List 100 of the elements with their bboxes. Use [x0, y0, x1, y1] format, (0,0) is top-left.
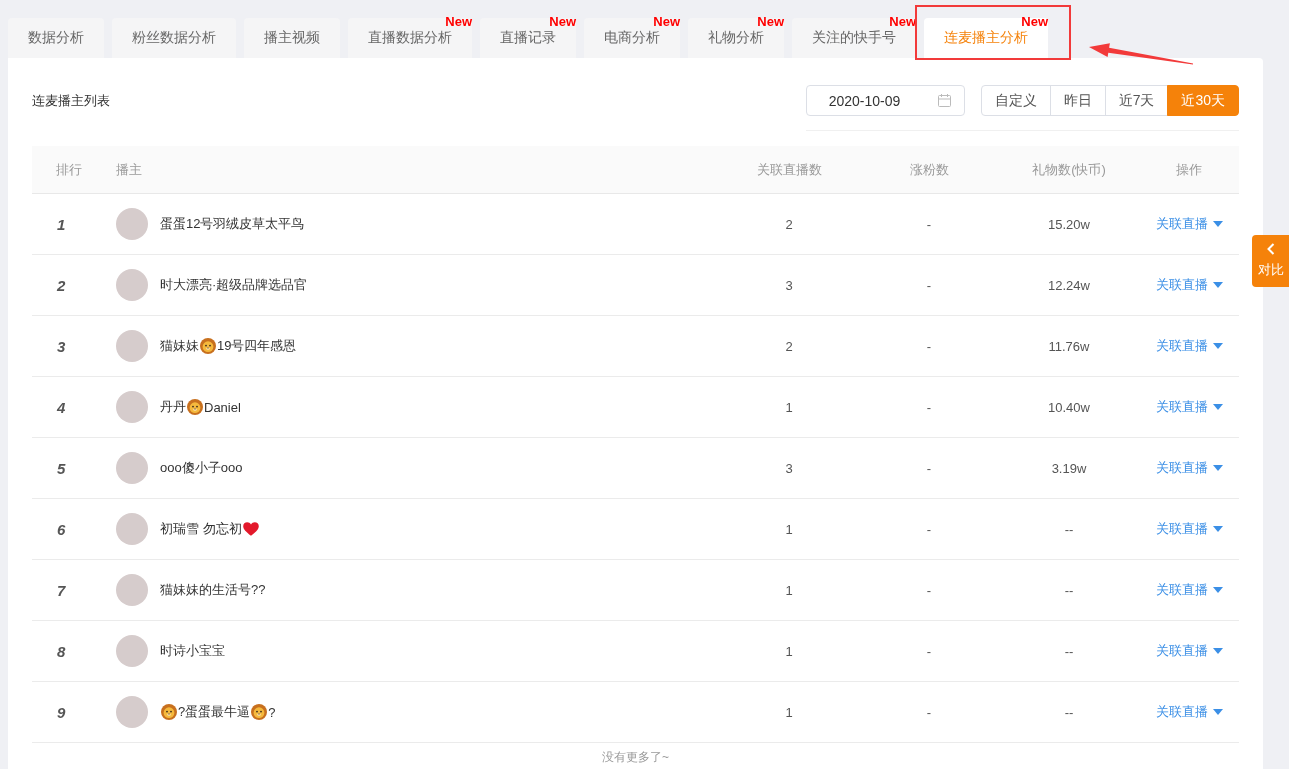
- tab[interactable]: 数据分析: [8, 18, 104, 58]
- list-title: 连麦播主列表: [32, 92, 110, 110]
- streamer-name: 时大漂亮·超级品牌选品官: [160, 276, 308, 294]
- live-count: 2: [785, 338, 793, 354]
- new-label: New: [549, 15, 576, 29]
- streamer-name: 蛋蛋12号羽绒皮草太平鸟: [160, 215, 305, 233]
- heart-icon: [242, 522, 259, 536]
- fans-gain: -: [926, 643, 932, 659]
- new-label: New: [653, 15, 680, 29]
- streamer-name: Daniel: [204, 399, 241, 415]
- fans-gain: -: [926, 704, 932, 720]
- related-live-link[interactable]: 关联直播: [1155, 276, 1223, 294]
- avatar-placeholder: [116, 635, 148, 667]
- streamer-name: 时诗小宝宝: [160, 642, 225, 660]
- related-live-link[interactable]: 关联直播: [1155, 398, 1223, 416]
- fans-gain: -: [926, 216, 932, 232]
- rank-number: 6: [57, 520, 66, 538]
- gift-amount: 15.20w: [1048, 216, 1090, 232]
- calendar-icon: [937, 94, 951, 107]
- avatar-placeholder: [116, 574, 148, 606]
- streamer-name: 丹丹: [160, 398, 186, 416]
- fans-gain: -: [926, 521, 932, 537]
- column-header: 关联直播数: [756, 161, 822, 177]
- fans-gain: -: [926, 582, 932, 598]
- date-range-button[interactable]: 近7天: [1104, 85, 1169, 116]
- tab[interactable]: 播主视频: [244, 18, 340, 58]
- rank-number: 9: [57, 703, 66, 721]
- new-label: New: [1021, 15, 1048, 29]
- related-live-link[interactable]: 关联直播: [1155, 581, 1223, 599]
- avatar-placeholder: [116, 513, 148, 545]
- related-live-link[interactable]: 关联直播: [1155, 520, 1223, 538]
- gift-amount: --: [1064, 643, 1074, 659]
- date-range-button[interactable]: 昨日: [1049, 85, 1106, 116]
- gift-amount: 3.19w: [1051, 460, 1087, 476]
- caret-icon: [1212, 282, 1223, 288]
- column-header: 操作: [1176, 161, 1202, 177]
- lion-face-icon: [187, 399, 203, 415]
- avatar-placeholder: [116, 330, 148, 362]
- lion-face-icon: [161, 704, 177, 720]
- fans-gain: -: [926, 277, 932, 293]
- live-count: 1: [785, 399, 793, 415]
- rank-number: 3: [57, 337, 66, 355]
- related-live-link[interactable]: 关联直播: [1155, 703, 1223, 721]
- live-count: 3: [785, 277, 793, 293]
- caret-icon: [1212, 221, 1223, 227]
- rank-number: 1: [57, 215, 66, 233]
- gift-amount: --: [1064, 521, 1074, 537]
- live-count: 1: [785, 521, 793, 537]
- column-header: 排行: [56, 161, 82, 177]
- gift-amount: 11.76w: [1048, 338, 1090, 354]
- fans-gain: -: [926, 338, 932, 354]
- rank-number: 2: [57, 276, 66, 294]
- rank-number: 8: [57, 642, 66, 660]
- end-of-list-note: 没有更多了~: [602, 750, 669, 764]
- gift-amount: --: [1064, 582, 1074, 598]
- avatar-placeholder: [116, 391, 148, 423]
- streamer-name: ?: [268, 704, 276, 720]
- new-label: New: [445, 15, 472, 29]
- gift-amount: 10.40w: [1048, 399, 1090, 415]
- caret-icon: [1212, 465, 1223, 471]
- caret-icon: [1212, 709, 1223, 715]
- lion-face-icon: [200, 338, 216, 354]
- streamer-name: ?蛋蛋最牛逼: [178, 703, 251, 721]
- avatar-placeholder: [116, 696, 148, 728]
- rank-number: 7: [57, 581, 66, 599]
- rank-number: 4: [57, 398, 66, 416]
- fans-gain: -: [926, 460, 932, 476]
- related-live-link[interactable]: 关联直播: [1155, 459, 1223, 477]
- related-live-link[interactable]: 关联直播: [1155, 215, 1223, 233]
- caret-icon: [1212, 526, 1223, 532]
- related-live-link[interactable]: 关联直播: [1155, 642, 1223, 660]
- live-count: 1: [785, 643, 793, 659]
- column-header: 涨粉数: [909, 161, 949, 177]
- streamer-name: 19号四年感恩: [217, 337, 297, 355]
- live-count: 2: [785, 216, 793, 232]
- live-count: 1: [785, 704, 793, 720]
- streamer-name: 猫妹妹的生活号??: [160, 581, 266, 599]
- caret-icon: [1212, 587, 1223, 593]
- avatar-placeholder: [116, 269, 148, 301]
- live-count: 1: [785, 582, 793, 598]
- caret-icon: [1212, 343, 1223, 349]
- rank-number: 5: [57, 459, 66, 477]
- chevron-left-icon: [1266, 243, 1275, 255]
- date-field[interactable]: 2020-10-09: [805, 85, 965, 116]
- new-label: New: [889, 15, 916, 29]
- date-range-button[interactable]: 自定义: [980, 85, 1051, 116]
- avatar-placeholder: [116, 452, 148, 484]
- tab[interactable]: 粉丝数据分析: [112, 18, 236, 58]
- live-count: 3: [785, 460, 793, 476]
- streamer-name: 初瑞雪 勿忘初: [160, 520, 242, 538]
- gift-amount: 12.24w: [1048, 277, 1090, 293]
- caret-icon: [1212, 404, 1223, 410]
- streamer-name: 猫妹妹: [160, 337, 199, 355]
- avatar-placeholder: [116, 208, 148, 240]
- related-live-link[interactable]: 关联直播: [1155, 337, 1223, 355]
- column-header: 播主: [116, 161, 142, 177]
- new-label: New: [757, 15, 784, 29]
- caret-icon: [1212, 648, 1223, 654]
- lion-face-icon: [251, 704, 268, 720]
- streamer-name: ooo傻小子ooo: [160, 459, 243, 477]
